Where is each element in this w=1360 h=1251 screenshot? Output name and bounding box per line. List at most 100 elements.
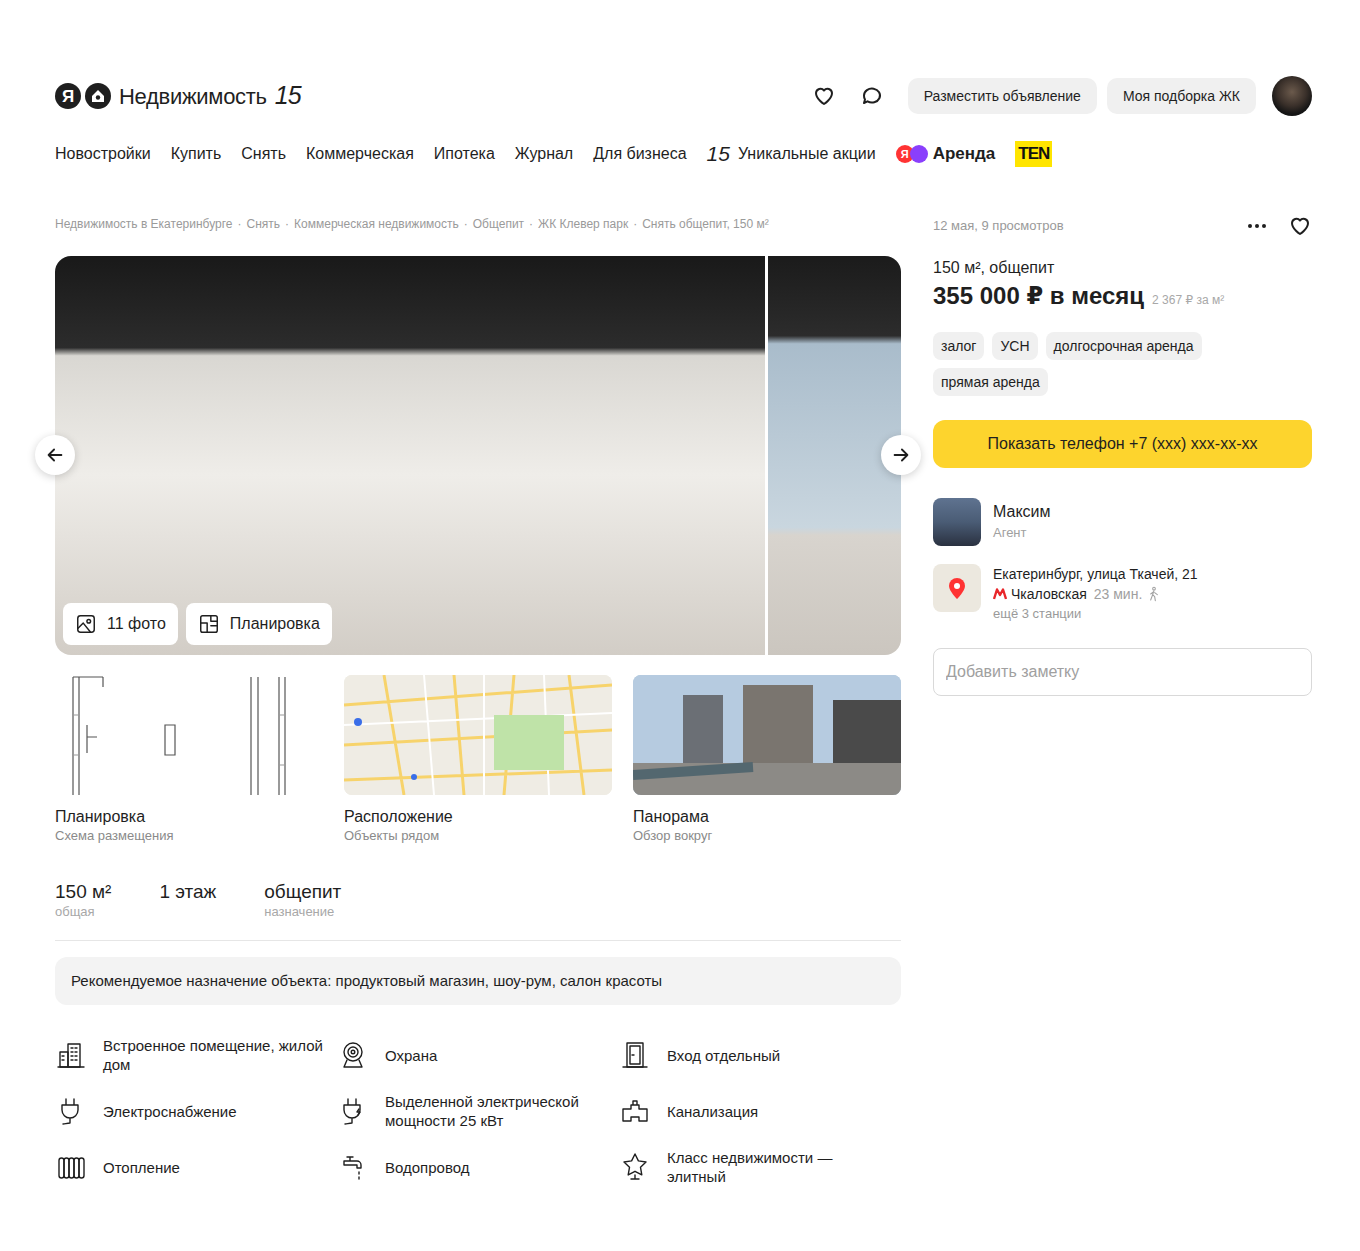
agent-info: МаксимАгент	[993, 501, 1051, 543]
breadcrumb-link[interactable]: ЖК Клевер парк	[538, 217, 628, 231]
recommendation: Рекомендуемое назначение объекта: продук…	[55, 957, 901, 1005]
logo-name: Недвижимость	[119, 80, 267, 113]
thumbnail-subtitle: Обзор вокруг	[633, 827, 901, 845]
address: Екатеринбург, улица Ткачей, 21	[993, 564, 1198, 584]
tag: прямая аренда	[933, 368, 1048, 396]
thumbnail-image[interactable]	[344, 675, 612, 795]
favorite-button[interactable]	[1288, 214, 1312, 238]
feature-label: Вход отдельный	[667, 1046, 780, 1065]
feature-icon	[337, 1039, 369, 1071]
header-button[interactable]: Моя подборка ЖК	[1107, 78, 1256, 114]
breadcrumb-separator: ·	[529, 217, 533, 231]
gallery-button[interactable]: Планировка	[186, 603, 332, 645]
date-views: 12 мая, 9 просмотров	[933, 216, 1064, 236]
divider	[55, 940, 901, 941]
nav-item[interactable]: Купить	[171, 142, 222, 166]
show-phone-button[interactable]: Показать телефон +7 (xxx) xxx-xx-xx	[933, 420, 1312, 468]
nav-item[interactable]: TEN	[1015, 141, 1052, 167]
nav-item[interactable]: ЯАренда	[896, 142, 996, 166]
nav-item[interactable]: Коммерческая	[306, 142, 414, 166]
feature: Электроснабжение	[55, 1091, 337, 1131]
feature-icon	[55, 1095, 87, 1127]
promo-badge: 15	[707, 142, 730, 166]
breadcrumb-link[interactable]: Недвижимость в Екатеринбурге	[55, 217, 233, 231]
thumbnail-card[interactable]: ПланировкаСхема размещения	[55, 675, 323, 845]
nav-label: Снять	[241, 142, 286, 166]
thumbnail-card[interactable]: ПанорамаОбзор вокруг	[633, 675, 901, 845]
thumbnail-image[interactable]	[55, 675, 323, 795]
stat-value: общепит	[264, 880, 341, 904]
agent-photo[interactable]	[933, 498, 981, 546]
header-button[interactable]: Разместить объявление	[908, 78, 1097, 114]
offer-meta: 12 мая, 9 просмотров	[933, 216, 1312, 236]
thumbnail-card[interactable]: РасположениеОбъекты рядом	[344, 675, 612, 845]
feature: Водопровод	[337, 1147, 619, 1187]
feature-icon	[337, 1151, 369, 1183]
tags: залогУСНдолгосрочная арендапрямая аренда	[933, 332, 1312, 396]
logo[interactable]: Я Недвижимость15	[55, 77, 301, 115]
logo-badge: 15	[275, 77, 301, 115]
main-photo[interactable]	[55, 256, 765, 655]
nav-item[interactable]: 15 Уникальные акции	[707, 142, 876, 166]
nav-label: Купить	[171, 142, 222, 166]
stat-value: 150 м²	[55, 880, 111, 904]
note-input[interactable]	[933, 648, 1312, 696]
price-value: 355 000 ₽ в месяц	[933, 280, 1144, 312]
thumbnail-title[interactable]: Планировка	[55, 807, 323, 827]
breadcrumb-separator: ·	[285, 217, 289, 231]
nav-label: Журнал	[515, 142, 573, 166]
arrow-left-icon	[44, 444, 66, 466]
feature-icon	[337, 1095, 369, 1127]
photo-icon	[75, 613, 97, 635]
feature-label: Охрана	[385, 1046, 437, 1065]
nav-item[interactable]: Для бизнеса	[593, 142, 686, 166]
breadcrumb-separator: ·	[238, 217, 242, 231]
gallery-buttons: 11 фотоПланировка	[63, 603, 332, 645]
favorites-button[interactable]	[812, 84, 836, 108]
user-avatar[interactable]	[1272, 76, 1312, 116]
feature-icon	[619, 1039, 651, 1071]
feature: Вход отдельный	[619, 1035, 901, 1075]
logo-letter: Я	[55, 83, 81, 109]
nav-label: Уникальные акции	[738, 142, 876, 166]
feature-icon	[55, 1039, 87, 1071]
feature: Охрана	[337, 1035, 619, 1075]
prev-photo-button[interactable]	[35, 435, 75, 475]
feature: Класс недвижимости — элитный	[619, 1147, 901, 1187]
feature-label: Канализация	[667, 1102, 758, 1121]
nav-item[interactable]: Новостройки	[55, 142, 151, 166]
chat-button[interactable]	[860, 84, 884, 108]
agent-name[interactable]: Максим	[993, 501, 1051, 523]
chat-icon	[860, 84, 884, 108]
breadcrumb-link[interactable]: Снять	[247, 217, 281, 231]
heart-icon	[1288, 214, 1312, 238]
stat: 1 этаж	[159, 880, 216, 920]
nav-item[interactable]: Журнал	[515, 142, 573, 166]
gallery-button[interactable]: 11 фото	[63, 603, 178, 645]
breadcrumb-link[interactable]: Общепит	[473, 217, 524, 231]
feature: Отопление	[55, 1147, 337, 1187]
next-photo-button[interactable]	[881, 435, 921, 475]
breadcrumb-link[interactable]: Коммерческая недвижимость	[294, 217, 459, 231]
feature-label: Отопление	[103, 1158, 180, 1177]
metro-time: 23 мин.	[1094, 584, 1143, 604]
location-map[interactable]	[933, 564, 981, 612]
offer-actions	[1246, 214, 1312, 238]
floorplan-icon	[198, 613, 220, 635]
nav-item[interactable]: Ипотека	[434, 142, 495, 166]
stat-caption: общая	[55, 904, 111, 920]
thumbnail-image[interactable]	[633, 675, 901, 795]
location: Екатеринбург, улица Ткачей, 21Чкаловская…	[933, 564, 1312, 624]
more-button[interactable]	[1246, 215, 1268, 237]
thumbnail-title[interactable]: Панорама	[633, 807, 901, 827]
breadcrumb-link[interactable]: Снять общепит, 150 м²	[642, 217, 768, 231]
thumbnail-title[interactable]: Расположение	[344, 807, 612, 827]
feature: Встроенное помещение, жилой дом	[55, 1035, 337, 1075]
more-stations[interactable]: ещё 3 станции	[993, 604, 1198, 624]
breadcrumb-separator: ·	[633, 217, 637, 231]
nav-label: Коммерческая	[306, 142, 414, 166]
feature-label: Класс недвижимости — элитный	[667, 1148, 889, 1186]
stat-caption: назначение	[264, 904, 341, 920]
nav-item[interactable]: Снять	[241, 142, 286, 166]
thumbnail-subtitle: Объекты рядом	[344, 827, 612, 845]
